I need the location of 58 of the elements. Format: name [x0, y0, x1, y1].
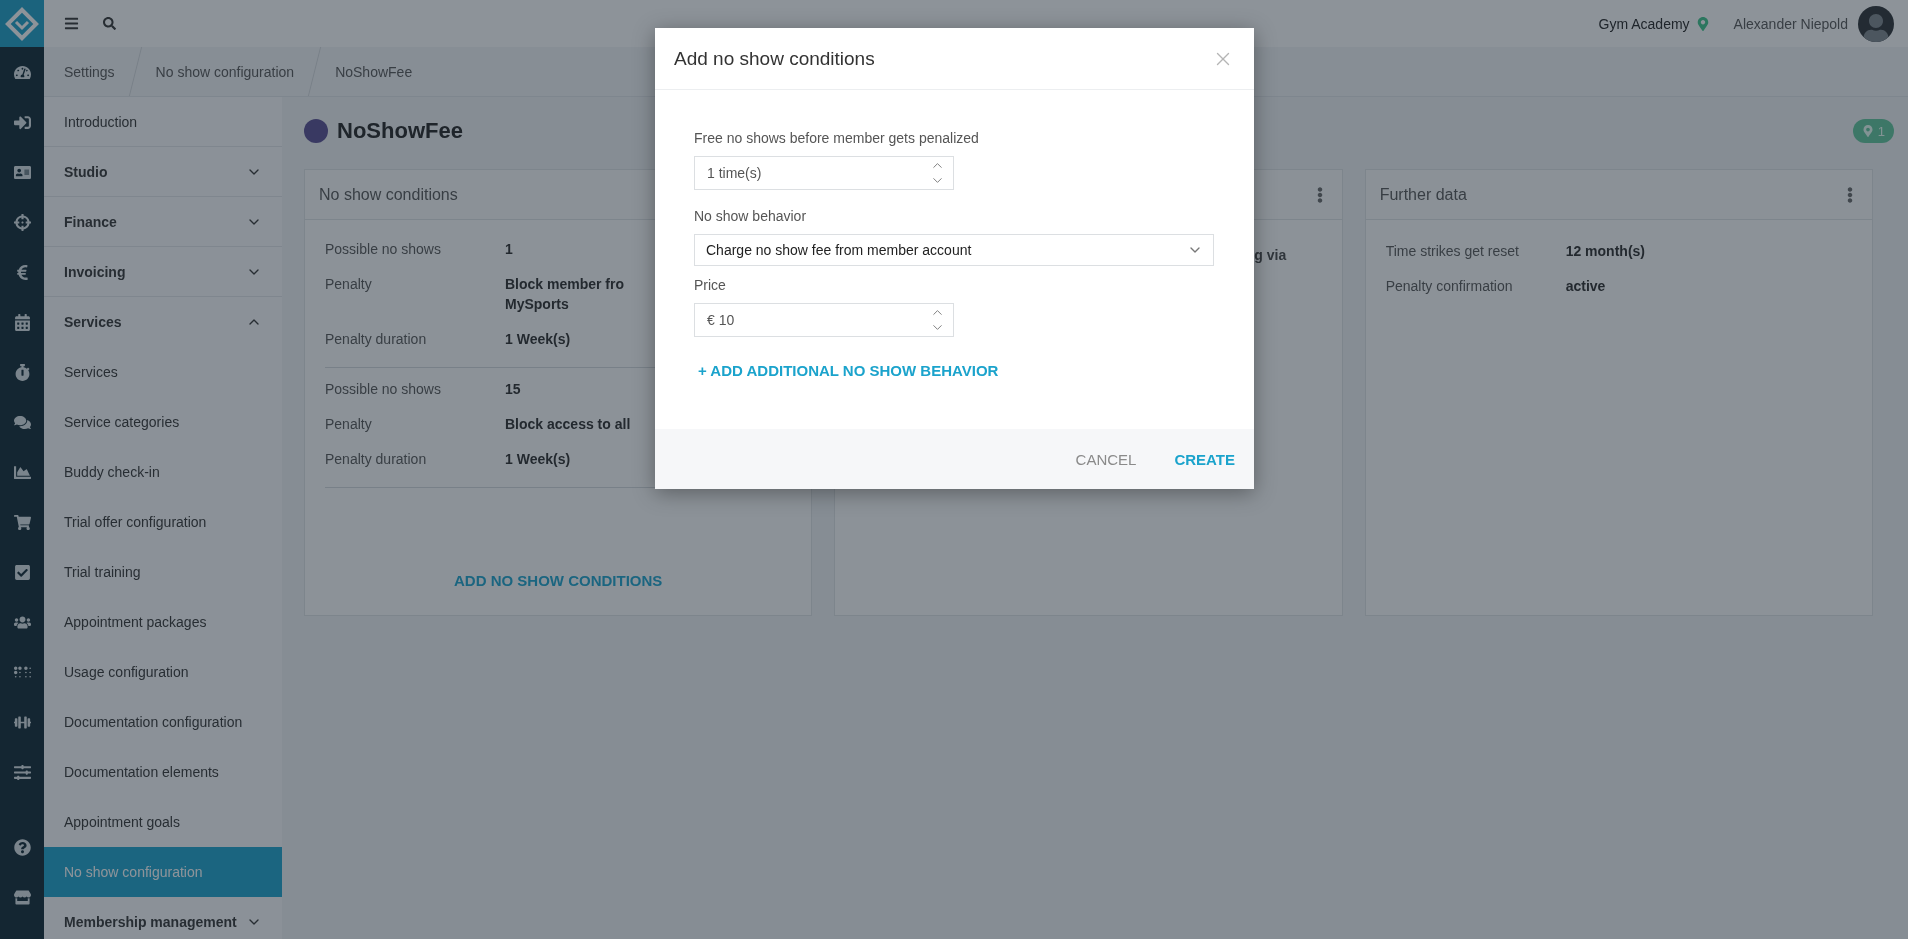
- card-title: No show conditions: [319, 185, 458, 204]
- breadcrumb-item[interactable]: No show configuration: [135, 47, 315, 96]
- field-label: Possible no shows: [325, 240, 442, 259]
- dropdown[interactable]: Charge no show fee from member account: [694, 234, 1214, 266]
- menu-icon[interactable]: [64, 16, 79, 31]
- breadcrumb-item[interactable]: NoShowFee: [315, 47, 433, 96]
- sidebar-item[interactable]: Appointment packages: [44, 597, 282, 647]
- field-label: Penalty duration: [325, 450, 428, 469]
- card-title: Further data: [1379, 185, 1467, 204]
- field-label: Penalty: [325, 415, 373, 434]
- status-dot: [304, 119, 328, 143]
- field-value: 15: [505, 380, 521, 399]
- sidebar-item[interactable]: Buddy check-in: [44, 447, 282, 497]
- sidebar-item[interactable]: Services: [44, 347, 282, 397]
- field-label: Free no shows before member gets penalized: [694, 130, 980, 146]
- dialog-title: Add no show conditions: [674, 47, 875, 70]
- page-title: NoShowFee: [337, 118, 463, 144]
- number-field[interactable]: 1 time(s): [694, 156, 954, 190]
- field-label: No show behavior: [694, 208, 808, 224]
- avatar[interactable]: [1858, 5, 1894, 42]
- user-name[interactable]: Alexander Niepold: [1733, 15, 1848, 32]
- sidebar-item[interactable]: Appointment goals: [44, 797, 282, 847]
- field-value: 1 Week(s): [505, 450, 571, 469]
- field-value: g via: [1254, 247, 1288, 263]
- field-label: Time strikes get reset: [1385, 242, 1520, 261]
- sidebar-item[interactable]: Documentation configuration: [44, 697, 282, 747]
- field-value: Block member fro MySports: [505, 275, 625, 314]
- create-button[interactable]: CREATE: [1174, 450, 1235, 468]
- sidebar-item[interactable]: Usage configuration: [44, 647, 282, 697]
- field-value: 12 month(s): [1565, 242, 1645, 261]
- add-behavior-link[interactable]: + ADD ADDITIONAL NO SHOW BEHAVIOR: [698, 362, 999, 379]
- sidebar-item[interactable]: Service categories: [44, 397, 282, 447]
- location-badge: 1: [1852, 119, 1894, 143]
- sidebar-item[interactable]: Trial offer configuration: [44, 497, 282, 547]
- field-label: Penalty duration: [325, 330, 428, 349]
- sidebar-section[interactable]: Invoicing: [44, 247, 282, 297]
- sidebar-section[interactable]: Studio: [44, 147, 282, 197]
- field-value: 1 Week(s): [505, 330, 571, 349]
- sidebar-item[interactable]: Introduction: [44, 97, 282, 147]
- sidebar-item[interactable]: Documentation elements: [44, 747, 282, 797]
- studio-name[interactable]: Gym Academy: [1598, 15, 1690, 32]
- field-label: Penalty confirmation: [1385, 277, 1514, 296]
- field-value: Block access to all: [505, 415, 631, 434]
- breadcrumb-item[interactable]: Settings: [44, 47, 135, 96]
- field-value: active: [1565, 277, 1606, 296]
- sidebar-section[interactable]: Membership management: [44, 897, 282, 939]
- location-pin-icon: [1695, 16, 1710, 31]
- field-label: Possible no shows: [325, 380, 442, 399]
- cancel-button[interactable]: CANCEL: [1075, 450, 1137, 468]
- number-field[interactable]: € 10: [694, 303, 954, 337]
- field-value: 1: [505, 240, 513, 259]
- field-label: Price: [694, 277, 727, 293]
- search-icon[interactable]: [103, 17, 116, 30]
- sidebar-item[interactable]: Trial training: [44, 547, 282, 597]
- sidebar-section[interactable]: Services: [44, 297, 282, 347]
- logo-icon[interactable]: [0, 0, 44, 47]
- sidebar-section[interactable]: Finance: [44, 197, 282, 247]
- field-label: Penalty: [325, 275, 373, 294]
